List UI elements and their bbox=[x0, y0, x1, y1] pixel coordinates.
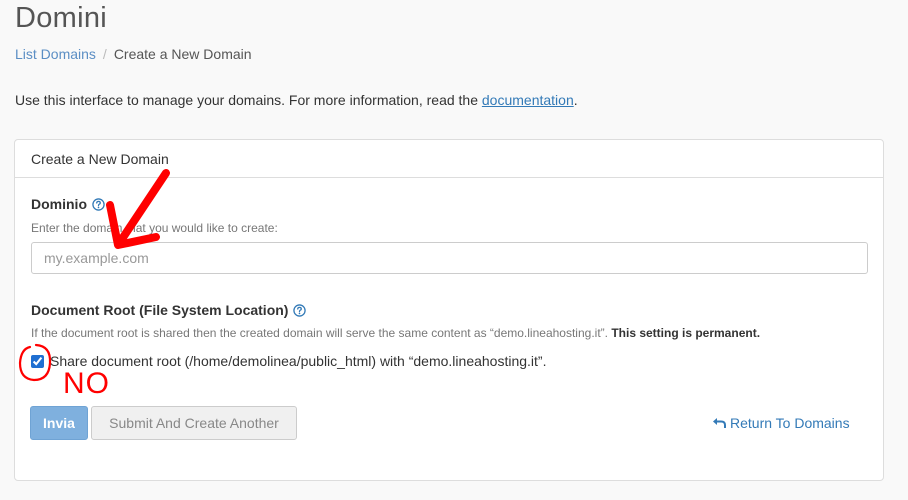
docroot-help-body: If the document root is shared then the … bbox=[31, 326, 608, 340]
intro-text-end: . bbox=[573, 92, 578, 108]
help-circle-icon[interactable] bbox=[293, 303, 307, 317]
return-arrow-icon bbox=[713, 418, 726, 428]
share-docroot-label[interactable]: Share document root (/home/demolinea/pub… bbox=[50, 353, 546, 369]
breadcrumb-list-domains-link[interactable]: List Domains bbox=[15, 46, 96, 62]
docroot-help-text: If the document root is shared then the … bbox=[31, 326, 760, 340]
documentation-link[interactable]: documentation bbox=[482, 92, 574, 108]
breadcrumb-separator: / bbox=[102, 46, 107, 62]
breadcrumb-current: Create a New Domain bbox=[113, 46, 252, 62]
return-to-domains-label[interactable]: Return To Domains bbox=[730, 415, 850, 431]
docroot-label-text: Document Root (File System Location) bbox=[31, 302, 289, 318]
domain-label-text: Dominio bbox=[31, 196, 87, 212]
red-circle-icon bbox=[18, 343, 52, 382]
red-arrow-icon bbox=[106, 169, 170, 249]
submit-button[interactable]: Invia bbox=[30, 406, 88, 440]
page: Domini List Domains / Create a New Domai… bbox=[0, 0, 908, 500]
intro-text: Use this interface to manage your domain… bbox=[15, 92, 578, 108]
return-to-domains-link[interactable]: Return To Domains bbox=[712, 415, 850, 431]
docroot-label: Document Root (File System Location) bbox=[31, 302, 307, 318]
breadcrumb: List Domains / Create a New Domain bbox=[15, 46, 252, 62]
docroot-help-permanent: This setting is permanent. bbox=[611, 326, 761, 340]
annotation-no-text: NO bbox=[63, 367, 110, 400]
intro-text-body: Use this interface to manage your domain… bbox=[15, 92, 482, 108]
submit-and-create-another-button[interactable]: Submit And Create Another bbox=[91, 406, 297, 440]
page-title: Domini bbox=[15, 2, 108, 34]
domain-label: Dominio bbox=[31, 196, 105, 212]
